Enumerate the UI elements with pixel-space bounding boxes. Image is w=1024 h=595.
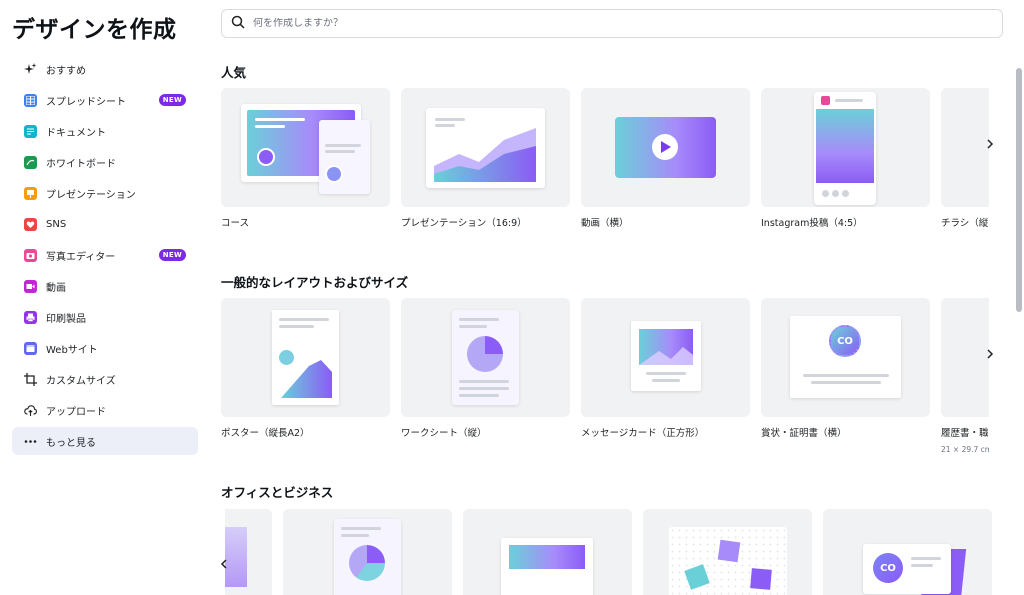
card-thumbnail bbox=[401, 88, 570, 207]
search-bar bbox=[221, 9, 1003, 38]
card-thumbnail bbox=[221, 298, 390, 417]
template-card-partial[interactable] bbox=[225, 509, 272, 595]
template-card-instagram-post[interactable]: Instagram投稿（4:5） bbox=[761, 88, 930, 229]
popular-row: コース プレゼンテーション（16:9） 動画（横） Instagram投稿（4:… bbox=[221, 88, 989, 238]
card-label: 賞状・証明書（横） bbox=[761, 428, 847, 439]
sidebar-item-recommended[interactable]: おすすめ bbox=[12, 54, 198, 85]
template-card-video[interactable]: 動画（横） bbox=[581, 88, 750, 229]
presentation-icon bbox=[24, 187, 37, 200]
template-card-business-card[interactable]: CO bbox=[823, 509, 992, 595]
page-title: デザインを作成 bbox=[12, 17, 177, 43]
sidebar-item-custom-size[interactable]: カスタムサイズ bbox=[12, 364, 198, 395]
card-label: 動画（横） bbox=[581, 218, 629, 229]
chevron-left-icon bbox=[220, 559, 227, 569]
section-title-common-layouts: 一般的なレイアウトおよびサイズ bbox=[221, 275, 409, 290]
sidebar-item-photo-editor[interactable]: 写真エディター NEW bbox=[12, 240, 198, 271]
crop-icon bbox=[24, 373, 37, 386]
sidebar-item-label: アップロード bbox=[46, 407, 106, 418]
sidebar-item-spreadsheet[interactable]: スプレッドシート NEW bbox=[12, 85, 198, 116]
chevron-right-icon bbox=[987, 349, 994, 359]
printer-icon bbox=[24, 311, 37, 324]
scroll-right-button[interactable] bbox=[980, 134, 1000, 154]
card-size: 21 × 29.7 cm bbox=[941, 445, 989, 454]
template-card-pattern[interactable] bbox=[643, 509, 812, 595]
template-card-letterhead[interactable] bbox=[463, 509, 632, 595]
spreadsheet-icon bbox=[24, 94, 37, 107]
sidebar-item-upload[interactable]: アップロード bbox=[12, 395, 198, 426]
sidebar-item-label: 印刷製品 bbox=[46, 314, 86, 325]
sidebar-item-document[interactable]: ドキュメント bbox=[12, 116, 198, 147]
sidebar-item-label: Webサイト bbox=[46, 345, 98, 356]
card-thumbnail bbox=[581, 298, 750, 417]
scroll-right-button[interactable] bbox=[980, 344, 1000, 364]
vertical-scrollbar[interactable] bbox=[1016, 68, 1022, 312]
card-label: Instagram投稿（4:5） bbox=[761, 218, 863, 229]
seal-logo: CO bbox=[829, 325, 861, 357]
template-card-greeting-card[interactable]: メッセージカード（正方形） bbox=[581, 298, 750, 439]
new-badge: NEW bbox=[158, 94, 186, 106]
card-thumbnail bbox=[581, 88, 750, 207]
card-label: メッセージカード（正方形） bbox=[581, 428, 705, 439]
card-thumbnail bbox=[401, 298, 570, 417]
heart-icon bbox=[24, 218, 37, 231]
sidebar-item-presentation[interactable]: プレゼンテーション bbox=[12, 178, 198, 209]
search-input[interactable] bbox=[253, 18, 953, 29]
sidebar-item-label: もっと見る bbox=[46, 437, 96, 449]
card-label: コース bbox=[221, 218, 250, 229]
video-icon bbox=[24, 280, 37, 293]
sidebar-item-label: おすすめ bbox=[46, 66, 86, 77]
sidebar-item-label: プレゼンテーション bbox=[46, 190, 136, 201]
sidebar-item-video[interactable]: 動画 bbox=[12, 271, 198, 302]
new-badge: NEW bbox=[158, 249, 186, 261]
sidebar-item-sns[interactable]: SNS bbox=[12, 209, 198, 240]
card-thumbnail bbox=[761, 88, 930, 207]
document-icon bbox=[24, 125, 37, 138]
template-card-certificate[interactable]: CO 賞状・証明書（横） bbox=[761, 298, 930, 439]
sidebar-item-label: ホワイトボード bbox=[46, 159, 116, 170]
card-thumbnail bbox=[221, 88, 390, 207]
common-layouts-row: ポスター（縦長A2） ワークシート（縦） メッセージカード（正方形） CO 賞状… bbox=[221, 298, 989, 458]
sidebar-item-print[interactable]: 印刷製品 bbox=[12, 302, 198, 333]
sidebar-item-label: SNS bbox=[46, 219, 67, 230]
sidebar-item-label: 動画 bbox=[46, 283, 66, 294]
template-card-poster[interactable]: ポスター（縦長A2） bbox=[221, 298, 390, 439]
whiteboard-icon bbox=[24, 156, 37, 169]
sidebar-item-label: 写真エディター bbox=[46, 252, 116, 263]
card-label: プレゼンテーション（16:9） bbox=[401, 218, 527, 229]
search-icon bbox=[231, 14, 245, 33]
card-label: ワークシート（縦） bbox=[401, 428, 487, 439]
template-card-report[interactable] bbox=[283, 509, 452, 595]
template-card-worksheet[interactable]: ワークシート（縦） bbox=[401, 298, 570, 439]
sparkle-icon bbox=[24, 63, 37, 76]
sidebar-item-label: ドキュメント bbox=[46, 128, 106, 139]
sidebar-item-website[interactable]: Webサイト bbox=[12, 333, 198, 364]
sidebar-item-label: スプレッドシート bbox=[46, 97, 126, 108]
sidebar-item-whiteboard[interactable]: ホワイトボード bbox=[12, 147, 198, 178]
scroll-left-button[interactable] bbox=[214, 554, 234, 574]
chevron-right-icon bbox=[987, 139, 994, 149]
instagram-icon bbox=[821, 96, 830, 105]
cloud-upload-icon bbox=[24, 404, 37, 417]
template-card-flyer[interactable]: チラシ（縦 bbox=[941, 88, 989, 229]
card-label: チラシ（縦 bbox=[941, 218, 989, 229]
website-icon bbox=[24, 342, 37, 355]
more-icon bbox=[24, 435, 37, 448]
sidebar-item-more[interactable]: もっと見る bbox=[12, 427, 198, 455]
card-label: 履歴書・職 bbox=[941, 428, 989, 439]
co-logo: CO bbox=[873, 553, 903, 583]
section-title-popular: 人気 bbox=[221, 65, 247, 80]
camera-icon bbox=[24, 249, 37, 262]
card-thumbnail: CO bbox=[761, 298, 930, 417]
sidebar-item-label: カスタムサイズ bbox=[46, 376, 116, 387]
section-title-office-business: オフィスとビジネス bbox=[221, 485, 334, 500]
template-card-course[interactable]: コース bbox=[221, 88, 390, 229]
card-label: ポスター（縦長A2） bbox=[221, 428, 310, 439]
template-card-presentation[interactable]: プレゼンテーション（16:9） bbox=[401, 88, 570, 229]
template-card-resume[interactable]: 履歴書・職 21 × 29.7 cm bbox=[941, 298, 989, 454]
